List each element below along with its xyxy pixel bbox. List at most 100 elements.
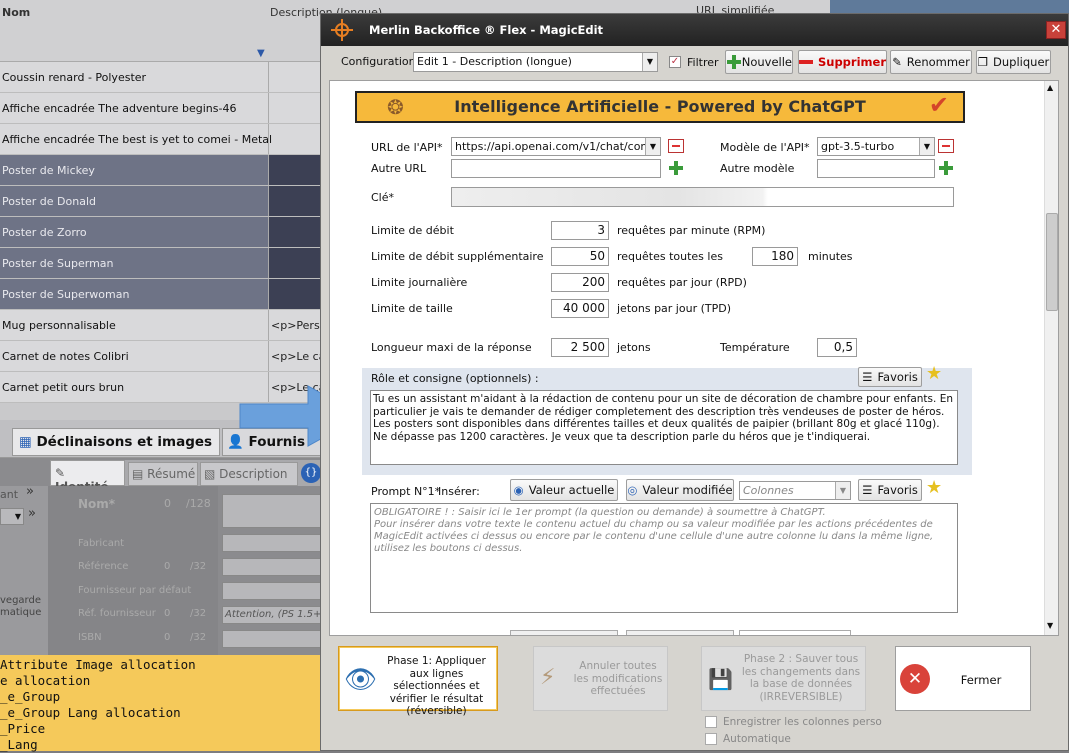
row-name: Poster de Zorro [2,226,87,239]
scrollbar-thumb[interactable] [1046,213,1058,311]
fabricant-label: Fabricant [78,538,125,549]
table-row[interactable]: Poster de Donald [0,186,320,217]
extra-limit-unit: requêtes toutes les [617,250,723,263]
add-favorite-star-icon[interactable]: ★ [926,363,942,384]
automatic-checkbox[interactable] [705,733,717,745]
scroll-down-icon[interactable]: ▼ [1047,621,1053,630]
subtab-resume[interactable]: ▤ Résumé [128,462,198,486]
filter-icon[interactable]: ▼ [257,48,265,59]
table-row[interactable]: Coussin renard - Polyester [0,62,320,93]
left-select[interactable]: ▼ [0,508,24,525]
daily-limit-input[interactable]: 200 [551,273,609,292]
chevron-down-icon: ▼ [919,138,934,155]
row-name: Carnet de notes Colibri [2,350,129,363]
table-row[interactable]: Affiche encadrée The best is yet to come… [0,124,320,155]
max-length-input[interactable]: 2 500 [551,338,609,357]
automatic-label: Automatique [723,733,791,745]
add-favorite-star-icon[interactable]: ★ [926,477,942,498]
remove-url-button[interactable] [668,139,684,153]
rate-limit-input[interactable]: 3 [551,221,609,240]
ref-fourn-input[interactable]: Attention, (PS 1.5+), [222,606,322,624]
code-icon[interactable]: {} [301,463,321,483]
ai-banner: ❂ Intelligence Artificielle - Powered by… [355,91,965,123]
rename-button-label: Renommer [906,55,970,69]
rename-button[interactable]: ✎ Renommer [890,50,972,74]
config-select[interactable]: Edit 1 - Description (longue) ▼ [413,52,658,72]
save-columns-checkbox[interactable] [705,716,717,728]
current-value-label: Valeur actuelle [528,483,615,497]
temperature-input[interactable]: 0,5 [817,338,857,357]
columns-select[interactable]: Colonnes ▼ [739,481,851,500]
filter-checkbox[interactable]: ✓ [669,56,681,68]
table-row[interactable]: Carnet de notes Colibri <p>Le car [0,341,320,372]
fabricant-input[interactable] [222,534,322,552]
insert-current-value-button[interactable]: ◉ Valeur actuelle [510,479,618,501]
table-row[interactable]: Poster de Superwoman [0,279,320,310]
phase2-button[interactable]: 💾 Phase 2 : Sauver tous les changements … [701,646,866,711]
chevron-down-icon: ▼ [835,482,850,499]
brain-icon: ❂ [387,95,404,119]
tab-declinaisons[interactable]: ▦ Déclinaisons et images [12,428,220,456]
close-button[interactable]: ✕ Fermer [895,646,1031,711]
isbn-input[interactable] [222,630,322,648]
prompt-favorites-button[interactable]: ☰ Favoris [858,479,922,501]
fournisseur-input[interactable] [222,582,322,600]
daily-limit-unit: requêtes par jour (RPD) [617,276,747,289]
checkmark-icon: ✔ [928,91,949,119]
size-limit-label: Limite de taille [371,302,453,315]
other-model-input[interactable] [817,159,935,178]
prompt-textarea[interactable]: OBLIGATOIRE ! : Saisir ici le 1er prompt… [370,503,958,613]
row-name: Poster de Superman [2,257,114,270]
new-button[interactable]: Nouvelle [725,50,793,74]
html-icon: ▧ [204,467,216,481]
reference-input[interactable] [222,558,322,576]
role-textarea[interactable]: Tu es un assistant m'aidant à la rédacti… [370,390,958,465]
table-row[interactable]: Affiche encadrée The adventure begins-46 [0,93,320,124]
size-limit-input[interactable]: 40 000 [551,299,609,318]
save-disk-icon: 💾 [708,667,733,691]
delete-button[interactable]: Supprimer [798,50,887,74]
scroll-up-icon[interactable]: ▲ [1047,83,1053,92]
extra-limit-input[interactable]: 50 [551,247,609,266]
isbn-max: /32 [190,632,207,643]
add-url-button[interactable] [668,160,684,176]
nom-input[interactable] [222,494,322,528]
pencil-icon: ✎ [892,55,902,69]
next-modified-button-partial[interactable] [626,630,734,635]
chevron-right-icon-2[interactable]: » [28,506,36,521]
other-url-input[interactable] [451,159,661,178]
grid-icon: ▦ [19,434,32,450]
table-row[interactable]: Poster de Zorro [0,217,320,248]
rf-max: /32 [190,608,207,619]
role-favorites-button[interactable]: ☰ Favoris [858,367,922,387]
extra-minutes-input[interactable]: 180 [752,247,798,266]
remove-model-button[interactable] [938,139,954,153]
next-columns-partial[interactable] [739,630,851,635]
api-key-input[interactable] [451,187,954,207]
left-label-a: ant [0,488,19,501]
vertical-scrollbar[interactable]: ▲ ▼ [1044,81,1058,635]
modified-value-label: Valeur modifiée [642,483,733,497]
chevron-right-icon[interactable]: » [26,484,34,499]
api-url-select[interactable]: https://api.openai.com/v1/chat/comple ▼ [451,137,661,156]
table-row[interactable]: Poster de Mickey [0,155,320,186]
insert-modified-value-button[interactable]: ◎ Valeur modifiée [626,479,734,501]
col-name-header[interactable]: Nom [2,6,30,19]
subtab-description-label: Description [219,467,288,481]
cancel-all-button[interactable]: ⚡ Annuler toutes les modifications effec… [533,646,668,711]
phase1-button[interactable]: 👁 Phase 1: Appliquer aux lignes sélectio… [338,646,498,717]
sql-log: Attribute Image allocation e allocation _e… [0,655,322,752]
target-icon: ◎ [627,483,638,497]
table-row[interactable]: Poster de Superman [0,248,320,279]
lightning-cancel-icon: ⚡ [540,665,556,690]
add-model-button[interactable] [938,160,954,176]
subtab-identite[interactable]: ✎ Identité [50,460,125,494]
next-current-button-partial[interactable] [510,630,618,635]
model-select[interactable]: gpt-3.5-turbo ▼ [817,137,935,156]
row-description [268,155,320,185]
duplicate-button[interactable]: ❐ Dupliquer [976,50,1051,74]
nom-max: /128 [186,497,211,510]
table-row[interactable]: Mug personnalisable <p>Person [0,310,320,341]
subtab-description[interactable]: ▧ Description [200,462,298,486]
close-window-button[interactable]: ✕ [1046,21,1066,39]
